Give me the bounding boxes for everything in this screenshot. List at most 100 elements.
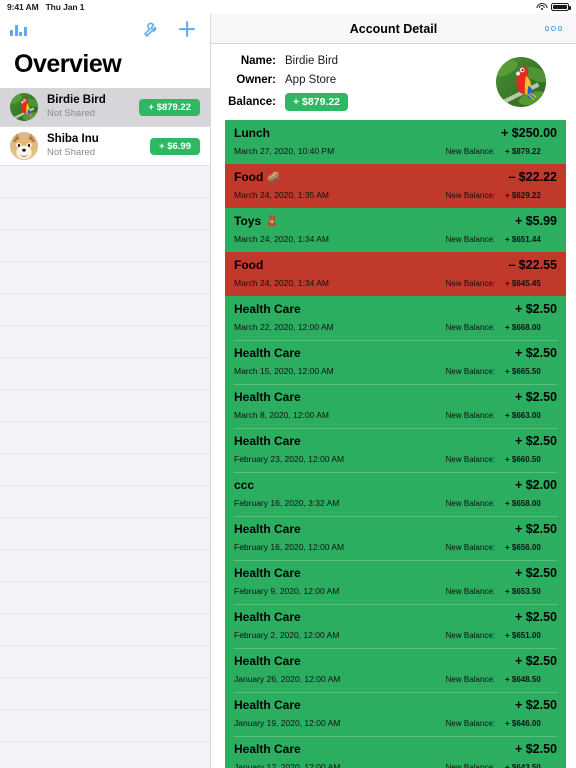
transaction-title-text: Health Care [234, 522, 301, 536]
new-balance-value: + $668.00 [505, 323, 541, 332]
new-balance-value: + $645.45 [505, 279, 541, 288]
transaction-date: February 2, 2020, 12:00 AM [234, 630, 340, 640]
transaction-date: January 26, 2020, 12:00 AM [234, 674, 341, 684]
transaction-title-text: Food [234, 258, 264, 272]
transaction-amount: + $2.50 [514, 434, 557, 448]
status-bar-time: 9:41 AM [7, 2, 39, 12]
info-row-balance: Balance: + $879.22 [225, 93, 496, 111]
new-balance-value: + $658.00 [505, 499, 541, 508]
transaction-row[interactable]: Health Care + $2.50 February 23, 2020, 12:… [225, 428, 566, 472]
new-balance-label: New Balance: [445, 411, 495, 420]
transaction-title: Health Care [234, 390, 301, 404]
new-balance-label: New Balance: [445, 587, 495, 596]
transaction-amount: + $2.50 [514, 654, 557, 668]
list-item-empty [0, 358, 210, 390]
transaction-row[interactable]: Health Care + $2.50 March 8, 2020, 12:00 A… [225, 384, 566, 428]
list-item-account-shiba-inu[interactable]: Shiba Inu Not Shared + $6.99 [0, 127, 210, 166]
transaction-row[interactable]: Health Care + $2.50 January 26, 2020, 12:0… [225, 648, 566, 692]
new-balance-label: New Balance: [445, 455, 495, 464]
page-title: Overview [0, 44, 210, 88]
transaction-row[interactable]: Health Care + $2.50 March 15, 2020, 12:00 … [225, 340, 566, 384]
list-item-empty [0, 614, 210, 646]
new-balance-value: + $646.00 [505, 719, 541, 728]
transaction-title-text: Health Care [234, 610, 301, 624]
status-bar-date: Thu Jan 1 [45, 2, 85, 12]
wrench-icon[interactable] [143, 21, 160, 38]
sidebar: Overview Birdie Bird Not Shared + $879.2… [0, 14, 210, 768]
transaction-date: January 19, 2020, 12:00 AM [234, 718, 341, 728]
list-item-account-birdie-bird[interactable]: Birdie Bird Not Shared + $879.22 [0, 88, 210, 127]
new-balance-label: New Balance: [445, 235, 495, 244]
transaction-row[interactable]: Toys 🧸 + $5.99 March 24, 2020, 1:34 AM New B… [225, 208, 566, 252]
transaction-row[interactable]: Food – $22.55 March 24, 2020, 1:34 AM New B… [225, 252, 566, 296]
list-item-empty [0, 166, 210, 198]
transaction-date: February 23, 2020, 12:00 AM [234, 454, 345, 464]
avatar-shiba [10, 132, 38, 160]
new-balance-label: New Balance: [445, 499, 495, 508]
account-info-fields: Name: Birdie Bird Owner: App Store Balan… [225, 55, 496, 111]
list-item-empty [0, 390, 210, 422]
wifi-icon [536, 2, 547, 12]
transaction-row[interactable]: Health Care + $2.50 January 12, 2020, 12:0… [225, 736, 566, 768]
transaction-date: February 16, 2020, 12:00 AM [234, 542, 345, 552]
transaction-row[interactable]: Food 🥔 – $22.22 March 24, 2020, 1:35 AM New … [225, 164, 566, 208]
transaction-title: Health Care [234, 610, 301, 624]
new-balance-label: New Balance: [445, 763, 495, 768]
transaction-amount: + $2.50 [514, 698, 557, 712]
transaction-amount: + $2.50 [514, 522, 557, 536]
list-item-empty [0, 262, 210, 294]
transaction-row[interactable]: Health Care + $2.50 February 2, 2020, 12:0… [225, 604, 566, 648]
new-balance-value: + $656.00 [505, 543, 541, 552]
list-item-empty [0, 294, 210, 326]
transaction-title-text: Food [234, 170, 264, 184]
new-balance-label: New Balance: [445, 675, 495, 684]
new-balance-label: New Balance: [445, 191, 495, 200]
transaction-title: Health Care [234, 742, 301, 756]
transaction-amount: – $22.55 [508, 258, 557, 272]
transaction-row[interactable]: Health Care + $2.50 February 16, 2020, 12:… [225, 516, 566, 560]
transaction-title: Toys 🧸 [234, 214, 279, 228]
transaction-emoji-icon: 🥔 [267, 171, 282, 184]
new-balance-value: + $665.50 [505, 367, 541, 376]
list-item-empty [0, 742, 210, 768]
new-balance-value: + $629.22 [505, 191, 541, 200]
transaction-row[interactable]: Health Care + $2.50 March 22, 2020, 12:00 … [225, 296, 566, 340]
transaction-title-text: Health Care [234, 742, 301, 756]
owner-value: App Store [285, 74, 337, 86]
transaction-amount: + $5.99 [514, 214, 557, 228]
status-badge-balance: + $6.99 [150, 137, 200, 155]
transaction-date: March 24, 2020, 1:34 AM [234, 234, 329, 244]
new-balance-label: New Balance: [445, 719, 495, 728]
new-balance-label: New Balance: [445, 279, 495, 288]
transaction-scroll-area[interactable]: Lunch + $250.00 March 27, 2020, 10:40 PM Ne… [211, 120, 576, 768]
list-item-empty [0, 518, 210, 550]
transaction-amount: + $2.00 [514, 478, 557, 492]
transaction-title-text: ccc [234, 478, 255, 492]
plus-icon[interactable] [178, 20, 196, 38]
avatar-parrot-large [496, 57, 546, 107]
list-item-empty [0, 710, 210, 742]
list-item-empty [0, 422, 210, 454]
account-subtitle: Not Shared [47, 108, 96, 120]
bar-chart-icon[interactable] [10, 23, 29, 36]
name-value: Birdie Bird [285, 55, 339, 67]
transaction-title: Health Care [234, 654, 301, 668]
more-options-icon[interactable] [544, 26, 562, 31]
transaction-amount: + $2.50 [514, 610, 557, 624]
transaction-row[interactable]: Lunch + $250.00 March 27, 2020, 10:40 PM Ne… [225, 120, 566, 164]
list-item-empty [0, 646, 210, 678]
account-subtitle: Not Shared [47, 147, 96, 159]
transaction-date: March 24, 2020, 1:34 AM [234, 278, 329, 288]
account-name: Shiba Inu [47, 132, 99, 145]
new-balance-value: + $653.50 [505, 587, 541, 596]
new-balance-value: + $651.44 [505, 235, 541, 244]
transaction-row[interactable]: Health Care + $2.50 February 9, 2020, 12:0… [225, 560, 566, 604]
transaction-row[interactable]: ccc + $2.00 February 16, 2020, 3:32 AM New … [225, 472, 566, 516]
transaction-amount: + $2.50 [514, 390, 557, 404]
transaction-title: ccc [234, 478, 254, 492]
app-root: 9:41 AM Thu Jan 1 Overview Birdie Bird N… [0, 0, 576, 768]
new-balance-label: New Balance: [445, 323, 495, 332]
transaction-title-text: Health Care [234, 302, 301, 316]
transaction-row[interactable]: Health Care + $2.50 January 19, 2020, 12:0… [225, 692, 566, 736]
transaction-date: March 15, 2020, 12:00 AM [234, 366, 334, 376]
